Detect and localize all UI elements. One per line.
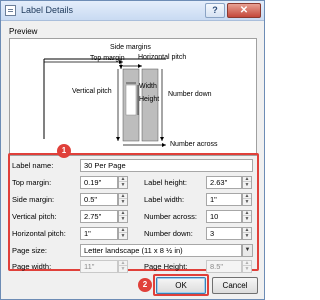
label-height-field-label: Label height: [144, 178, 187, 187]
horizontal-pitch-label: Horizontal pitch [138, 54, 187, 61]
label-preview: Side margins Top margin Horizontal pitch… [9, 38, 257, 156]
page-size-select[interactable]: Letter landscape (11 x 8 ½ in) [80, 244, 242, 257]
top-margin-label: Top margin [90, 55, 125, 62]
horizontal-pitch-field-label: Horizontal pitch: [12, 229, 66, 238]
preview-section-label: Preview [9, 27, 38, 36]
page-width-field-label: Page width: [12, 262, 52, 271]
vertical-pitch-field-label: Vertical pitch: [12, 212, 57, 221]
top-margin-field-label: Top margin: [12, 178, 52, 187]
label-name-label: Label name: [12, 161, 54, 170]
number-across-field-label: Number across: [144, 212, 197, 221]
number-down-field-label: Number down: [144, 229, 193, 238]
number-down-spinner[interactable]: ▲ ▼ [242, 227, 252, 240]
top-margin-spinner[interactable]: ▲ ▼ [118, 176, 128, 189]
page-width-input: 11" [80, 260, 118, 273]
number-across-label: Number across [170, 141, 218, 148]
number-across-spinner[interactable]: ▲ ▼ [242, 210, 252, 223]
horizontal-pitch-input[interactable]: 1" [80, 227, 118, 240]
page-height-input: 8.5" [206, 260, 242, 273]
label-width-spinner[interactable]: ▲ ▼ [242, 193, 252, 206]
number-down-label: Number down [168, 91, 212, 98]
label-width-input[interactable]: 1" [206, 193, 242, 206]
side-margins-label: Side margins [110, 44, 151, 51]
title-bar: Label Details ? ✕ [1, 1, 264, 21]
vertical-pitch-spinner[interactable]: ▲ ▼ [118, 210, 128, 223]
preview-diagram [43, 58, 166, 147]
vertical-pitch-label: Vertical pitch [72, 88, 112, 95]
dialog-title: Label Details [21, 5, 74, 15]
label-details-dialog: Label Details ? ✕ Preview Side margins T… [0, 0, 265, 300]
page-size-field-label: Page size: [12, 246, 48, 255]
close-button[interactable]: ✕ [227, 3, 261, 18]
label-name-input[interactable]: 30 Per Page [80, 159, 253, 172]
step-badge-2: 2 [138, 278, 152, 292]
dialog-icon [5, 5, 16, 16]
side-margin-spinner[interactable]: ▲ ▼ [118, 193, 128, 206]
page-height-field-label: Page Height: [144, 262, 188, 271]
side-margin-field-label: Side margin: [12, 195, 55, 204]
width-label: Width [139, 83, 157, 90]
vertical-pitch-input[interactable]: 2.75" [80, 210, 118, 223]
cancel-button[interactable]: Cancel [212, 277, 258, 294]
number-across-input[interactable]: 10 [206, 210, 242, 223]
ok-button[interactable]: OK [156, 277, 206, 294]
side-margin-input[interactable]: 0.5" [80, 193, 118, 206]
page-width-spinner: ▲ ▼ [118, 260, 128, 273]
number-down-input[interactable]: 3 [206, 227, 242, 240]
label-width-field-label: Label width: [144, 195, 185, 204]
height-label: Height [139, 96, 160, 103]
horizontal-pitch-spinner[interactable]: ▲ ▼ [118, 227, 128, 240]
help-button[interactable]: ? [205, 3, 225, 18]
label-height-input[interactable]: 2.63" [206, 176, 242, 189]
page-height-spinner: ▲ ▼ [242, 260, 252, 273]
chevron-down-icon[interactable]: ▼ [242, 244, 253, 257]
label-shape-2 [141, 68, 159, 142]
label-height-spinner[interactable]: ▲ ▼ [242, 176, 252, 189]
top-margin-input[interactable]: 0.19" [80, 176, 118, 189]
